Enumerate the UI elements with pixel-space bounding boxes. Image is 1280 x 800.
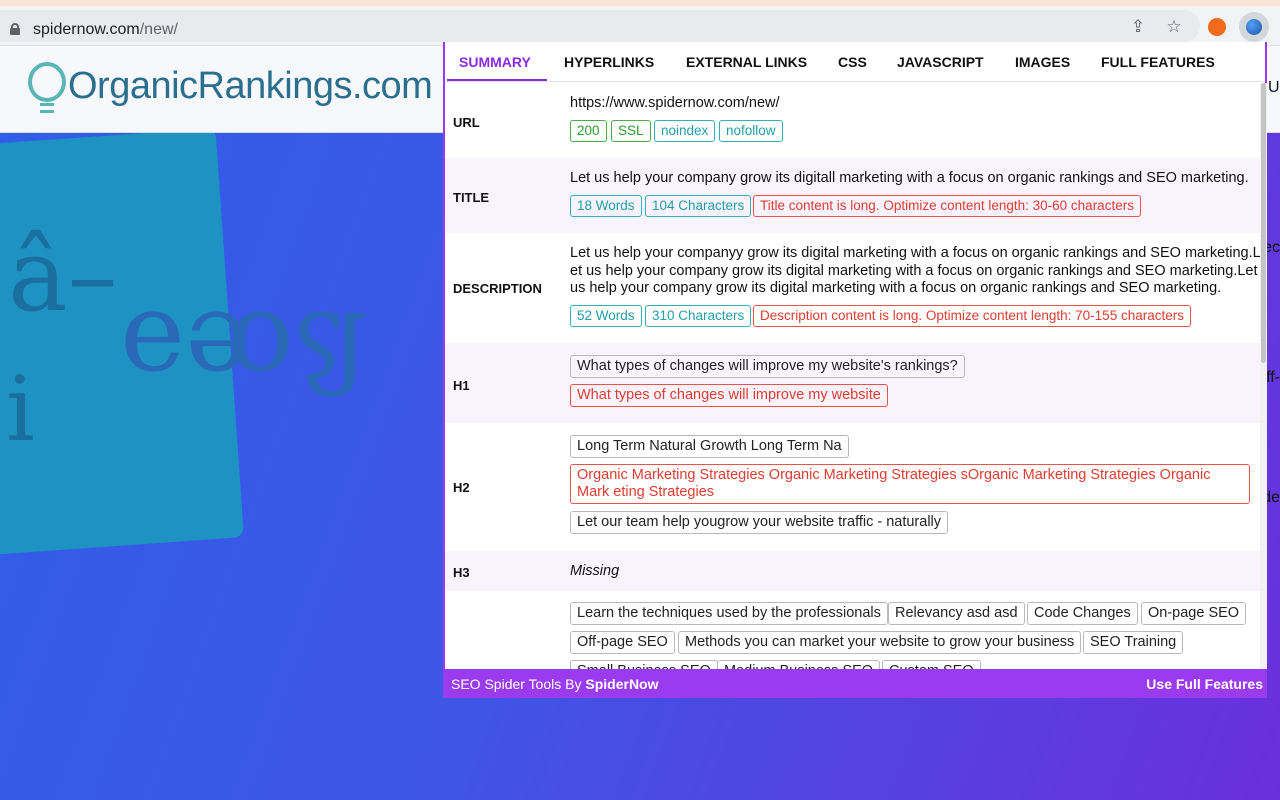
tab-images[interactable]: IMAGES: [1015, 54, 1070, 70]
url-row: URL https://www.spidernow.com/new/ 200 S…: [445, 83, 1260, 158]
tab-full-features[interactable]: FULL FEATURES: [1101, 54, 1215, 70]
h1-row: H1 What types of changes will improve my…: [445, 343, 1260, 423]
lightbulb-icon: [28, 62, 66, 102]
address-bar[interactable]: spidernow.com/new/: [0, 10, 1200, 42]
description-line: et us help your company grow its digital…: [570, 262, 1258, 279]
h4-item: SEO Training: [1083, 631, 1184, 654]
title-value: Let us help your company grow its digita…: [570, 170, 1249, 186]
h4-item: Medium Business SEO: [717, 660, 881, 669]
noindex-badge: noindex: [654, 120, 716, 142]
word-count-badge: 18 Words: [570, 195, 642, 217]
url-value: https://www.spidernow.com/new/: [570, 95, 780, 111]
h4-item: Custom SEO: [882, 660, 981, 669]
extension-icon[interactable]: [1208, 18, 1226, 36]
popup-footer: SEO Spider Tools By SpiderNow Use Full F…: [445, 669, 1267, 698]
char-count-badge: 310 Characters: [645, 305, 752, 327]
h4-row: Learn the techniques used by the profess…: [445, 591, 1260, 669]
h2-row: H2 Long Term Natural Growth Long Term Na…: [445, 423, 1260, 551]
h3-missing: Missing: [570, 563, 620, 579]
status-badge: 200: [570, 120, 607, 142]
row-label: H3: [453, 565, 470, 580]
ssl-badge: SSL: [611, 120, 651, 142]
tab-hyperlinks[interactable]: HYPERLINKS: [564, 54, 654, 70]
word-count-badge: 52 Words: [570, 305, 642, 327]
h2-item: Organic Marketing Strategies Organic Mar…: [570, 464, 1250, 504]
row-label: DESCRIPTION: [453, 281, 542, 296]
row-label: H2: [453, 480, 470, 495]
share-icon[interactable]: ⇪: [1128, 17, 1148, 37]
row-label: TITLE: [453, 190, 490, 205]
h4-item: Off-page SEO: [570, 631, 675, 654]
summary-panel: URL https://www.spidernow.com/new/ 200 S…: [445, 83, 1260, 669]
nofollow-badge: nofollow: [719, 120, 783, 142]
use-full-features-button[interactable]: Use Full Features: [1146, 676, 1263, 692]
popup-tabs: SUMMARY HYPERLINKS EXTERNAL LINKS CSS JA…: [445, 42, 1265, 82]
page-text-fragment: ff-: [1266, 369, 1280, 386]
url-text[interactable]: spidernow.com/new/: [33, 21, 178, 39]
h4-item: Learn the techniques used by the profess…: [570, 602, 888, 625]
row-label: H1: [453, 378, 470, 393]
browser-toolbar: spidernow.com/new/ ⇪ ☆: [0, 6, 1280, 46]
h4-item: Small Business SEO: [570, 660, 718, 669]
title-row: TITLE Let us help your company grow its …: [445, 158, 1260, 233]
description-warning: Description content is long. Optimize co…: [753, 305, 1191, 327]
h4-item: Relevancy asd asd: [888, 602, 1025, 625]
tab-javascript[interactable]: JAVASCRIPT: [897, 54, 984, 70]
footer-credit: SEO Spider Tools By SpiderNow: [451, 676, 659, 692]
char-count-badge: 104 Characters: [645, 195, 752, 217]
scroll-thumb[interactable]: [1261, 83, 1266, 363]
h1-item: What types of changes will improve my we…: [570, 384, 888, 407]
lock-icon[interactable]: [10, 23, 20, 35]
h4-item: On-page SEO: [1141, 602, 1247, 625]
h4-item: Code Changes: [1027, 602, 1138, 625]
seo-spider-popup: SUMMARY HYPERLINKS EXTERNAL LINKS CSS JA…: [443, 42, 1267, 698]
h3-row: H3 Missing: [445, 551, 1260, 591]
page-text-fragment: U: [1268, 79, 1280, 96]
h2-item: Let our team help yougrow your website t…: [570, 511, 949, 534]
h1-item: What types of changes will improve my we…: [570, 355, 965, 378]
title-warning: Title content is long. Optimize content …: [753, 195, 1141, 217]
url-path: /new/: [139, 21, 178, 38]
spidernow-extension-button[interactable]: [1239, 12, 1269, 42]
h4-item: Methods you can market your website to g…: [678, 631, 1082, 654]
description-line: Let us help your companyy grow its digit…: [570, 245, 1260, 261]
logo-text: OrganicRankings.com: [68, 65, 433, 107]
popup-scrollbar[interactable]: [1260, 83, 1267, 669]
spidernow-link[interactable]: SpiderNow: [585, 676, 658, 692]
h2-item: Long Term Natural Growth Long Term Na: [570, 435, 849, 458]
globe-icon: [1246, 19, 1262, 35]
tab-external-links[interactable]: EXTERNAL LINKS: [686, 54, 807, 70]
active-tab-indicator: [447, 79, 547, 81]
url-host: spidernow.com: [33, 21, 140, 38]
tab-summary[interactable]: SUMMARY: [459, 54, 531, 70]
footer-prefix: SEO Spider Tools By: [451, 676, 586, 692]
row-label: URL: [453, 115, 480, 130]
star-icon[interactable]: ☆: [1164, 17, 1184, 37]
tab-css[interactable]: CSS: [838, 54, 867, 70]
description-row: DESCRIPTION Let us help your companyy gr…: [445, 233, 1260, 343]
description-line: us help your company grow its digital ma…: [570, 280, 1222, 296]
